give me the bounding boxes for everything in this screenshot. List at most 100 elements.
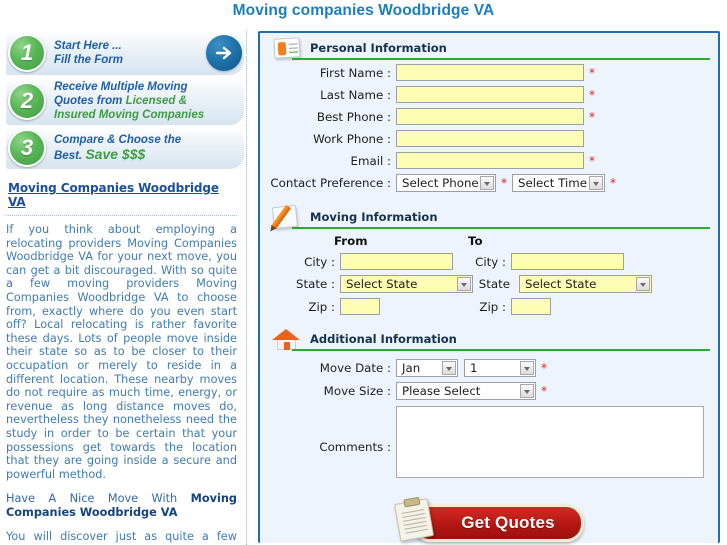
label-to-city: City : bbox=[475, 254, 506, 269]
field-row-work-phone: Work Phone : bbox=[260, 130, 718, 147]
label-to-zip: Zip : bbox=[479, 299, 506, 314]
field-row-state: State : Select State State Select State bbox=[260, 275, 718, 293]
email-input[interactable] bbox=[396, 152, 584, 169]
last-name-input[interactable] bbox=[396, 86, 584, 103]
comments-textarea[interactable] bbox=[396, 406, 704, 478]
field-row-best-phone: Best Phone : * bbox=[260, 108, 718, 125]
contact-card-icon bbox=[270, 35, 304, 65]
arrow-right-icon[interactable] bbox=[206, 34, 242, 71]
contact-phone-select[interactable]: Select Phone bbox=[396, 174, 496, 192]
chevron-down-icon bbox=[480, 176, 494, 190]
work-phone-input[interactable] bbox=[396, 130, 584, 147]
step-line-2c-green: Insured Moving Companies bbox=[54, 109, 205, 121]
step-number-badge-3: 3 bbox=[8, 129, 46, 167]
required-marker-email: * bbox=[589, 153, 595, 168]
submit-area: Get Quotes bbox=[260, 498, 718, 542]
section-title-additional: Additional Information bbox=[310, 332, 457, 346]
section-header-additional: Additional Information bbox=[268, 328, 710, 351]
step-number-badge-2: 2 bbox=[8, 82, 46, 120]
field-row-comments: Comments : bbox=[260, 406, 718, 478]
to-zip-input[interactable] bbox=[511, 298, 551, 315]
sidebar-paragraph-2: You will discover just as quite a few po… bbox=[6, 530, 237, 545]
page-root: Moving companies Woodbridge VA 1 Start H… bbox=[0, 0, 727, 545]
label-best-phone: Best Phone : bbox=[316, 109, 391, 124]
required-marker-last-name: * bbox=[589, 87, 595, 102]
move-month-select-value: Jan bbox=[402, 361, 421, 375]
step-text-3: Compare & Choose the Best. Save $$$ bbox=[54, 133, 240, 163]
from-zip-input[interactable] bbox=[340, 298, 380, 315]
from-to-headings: From To bbox=[260, 234, 718, 248]
chevron-down-icon bbox=[457, 277, 471, 291]
step-line-3a: Compare & Choose the bbox=[54, 134, 182, 146]
required-marker-contact-phone: * bbox=[501, 176, 507, 190]
contact-phone-select-value: Select Phone bbox=[402, 176, 479, 190]
contact-time-select-value: Select Time bbox=[518, 176, 588, 190]
clipboard-icon bbox=[394, 498, 435, 542]
sidebar-heading-2: Have A Nice Move With Moving Companies W… bbox=[6, 492, 237, 519]
section-header-personal: Personal Information bbox=[268, 37, 710, 60]
step-line-1a: Start Here ... bbox=[54, 39, 122, 52]
pencil-icon bbox=[270, 204, 304, 234]
field-row-first-name: First Name : * bbox=[260, 64, 718, 81]
label-work-phone: Work Phone : bbox=[313, 131, 391, 146]
move-size-select[interactable]: Please Select bbox=[396, 382, 536, 400]
steps-list: 1 Start Here ... Fill the Form 2 Receive… bbox=[6, 30, 244, 169]
step-line-2b: Quotes from bbox=[54, 95, 126, 107]
sidebar-link-moving-companies[interactable]: Moving Companies Woodbridge VA bbox=[8, 181, 237, 209]
chevron-down-icon bbox=[520, 384, 534, 398]
field-row-last-name: Last Name : * bbox=[260, 86, 718, 103]
required-marker-first-name: * bbox=[589, 65, 595, 80]
section-header-moving: Moving Information bbox=[268, 204, 710, 230]
section-title-personal: Personal Information bbox=[310, 41, 447, 55]
heading-from: From bbox=[334, 234, 368, 248]
quote-form-panel: Personal Information First Name : * Last… bbox=[258, 31, 720, 543]
label-move-date: Move Date : bbox=[319, 361, 391, 375]
step-line-3b-green: Save $$$ bbox=[85, 146, 146, 162]
label-comments: Comments : bbox=[319, 440, 391, 454]
get-quotes-button[interactable]: Get Quotes bbox=[394, 498, 584, 542]
from-state-select[interactable]: Select State bbox=[340, 275, 473, 293]
field-row-email: Email : * bbox=[260, 152, 718, 169]
chevron-down-icon bbox=[520, 361, 534, 375]
field-row-move-date: Move Date : Jan 1 * bbox=[260, 359, 718, 377]
label-from-zip: Zip : bbox=[308, 299, 335, 314]
step-item-1[interactable]: 1 Start Here ... Fill the Form bbox=[6, 30, 244, 75]
move-size-select-value: Please Select bbox=[402, 384, 481, 398]
label-last-name: Last Name : bbox=[320, 87, 391, 102]
house-icon bbox=[270, 326, 304, 356]
required-marker-move-size: * bbox=[541, 384, 547, 398]
label-from-state: State : bbox=[296, 277, 335, 291]
from-city-input[interactable] bbox=[340, 253, 453, 270]
step-item-3[interactable]: 3 Compare & Choose the Best. Save $$$ bbox=[6, 127, 244, 169]
step-text-1: Start Here ... Fill the Form bbox=[54, 39, 192, 67]
field-row-zip: Zip : Zip : bbox=[260, 298, 718, 315]
move-day-select-value: 1 bbox=[470, 361, 478, 375]
to-state-select-value: Select State bbox=[525, 277, 597, 291]
sidebar: 1 Start Here ... Fill the Form 2 Receive… bbox=[0, 30, 247, 545]
chevron-down-icon bbox=[442, 361, 456, 375]
required-marker-best-phone: * bbox=[589, 109, 595, 124]
sidebar-heading-2-plain: Have A Nice Move With bbox=[6, 492, 191, 506]
label-from-city: City : bbox=[304, 254, 335, 269]
step-line-2b-green: Licensed & bbox=[125, 95, 187, 107]
get-quotes-label: Get Quotes bbox=[461, 513, 555, 532]
label-move-size: Move Size : bbox=[323, 384, 391, 398]
contact-time-select[interactable]: Select Time bbox=[512, 174, 605, 192]
label-to-state: State bbox=[478, 277, 510, 291]
page-title: Moving companies Woodbridge VA bbox=[232, 2, 495, 19]
label-first-name: First Name : bbox=[319, 65, 391, 80]
chevron-down-icon bbox=[589, 176, 603, 190]
step-item-2[interactable]: 2 Receive Multiple Moving Quotes from Li… bbox=[6, 77, 244, 125]
step-line-3b: Best. bbox=[54, 150, 86, 162]
step-number-badge-1: 1 bbox=[8, 33, 46, 72]
sidebar-divider bbox=[6, 215, 237, 216]
label-contact-preference: Contact Preference : bbox=[270, 176, 391, 190]
to-city-input[interactable] bbox=[511, 253, 624, 270]
from-state-select-value: Select State bbox=[346, 277, 418, 291]
move-day-select[interactable]: 1 bbox=[464, 359, 536, 377]
first-name-input[interactable] bbox=[396, 64, 584, 81]
best-phone-input[interactable] bbox=[396, 108, 584, 125]
move-month-select[interactable]: Jan bbox=[396, 359, 458, 377]
to-state-select[interactable]: Select State bbox=[519, 275, 652, 293]
required-marker-contact-time: * bbox=[610, 176, 616, 190]
